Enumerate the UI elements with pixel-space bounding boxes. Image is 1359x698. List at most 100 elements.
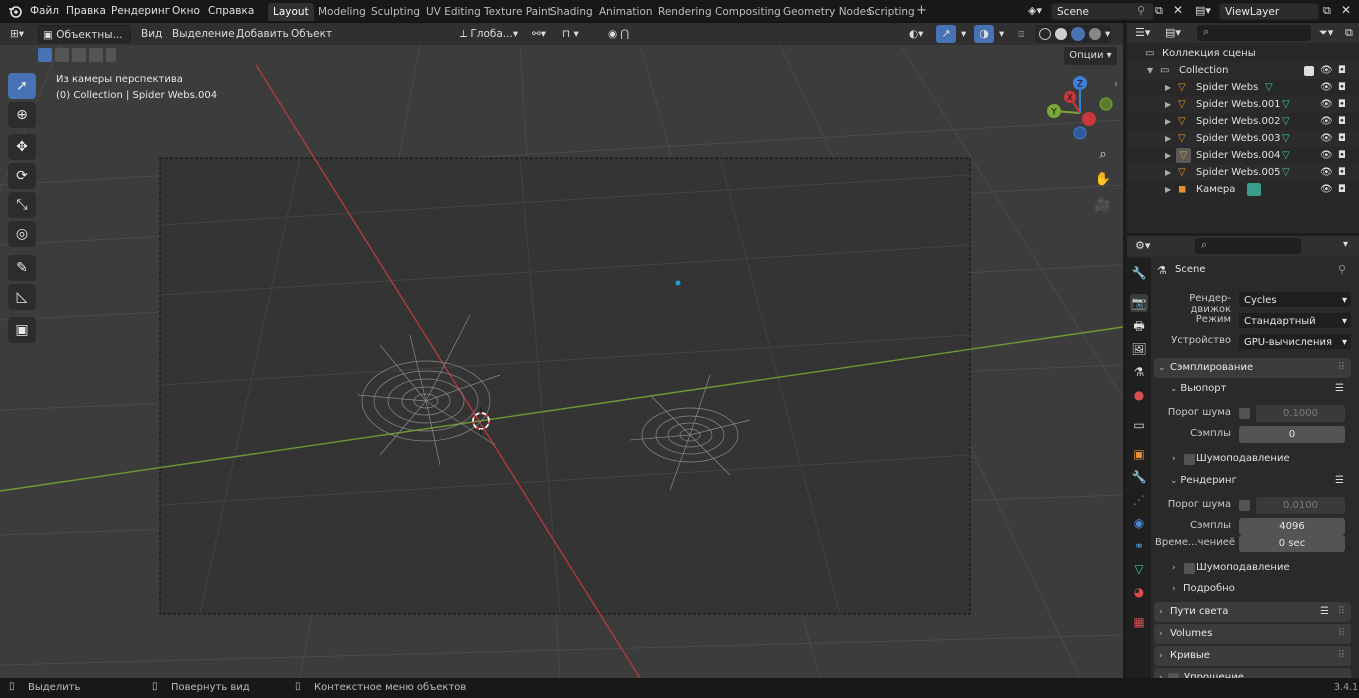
camera-render-icon[interactable]: ◘ xyxy=(1338,79,1346,96)
view-layer-icon[interactable]: ▤▾ xyxy=(1195,4,1211,17)
tab-scripting[interactable]: Scripting xyxy=(863,3,920,21)
eye-icon[interactable]: 👁 xyxy=(1320,96,1333,113)
blender-logo-icon[interactable] xyxy=(8,4,22,18)
rendered-shading-icon[interactable] xyxy=(1089,28,1101,40)
menu-add[interactable]: Добавить xyxy=(232,25,293,43)
outliner-item[interactable]: ▶ ▽ Spider Webs.003 ▽ 👁 ◘ xyxy=(1127,130,1359,147)
pivot-icon[interactable]: ⚯▾ xyxy=(528,25,550,43)
eye-icon[interactable]: 👁 xyxy=(1320,181,1333,198)
select-extend-icon[interactable] xyxy=(55,48,69,62)
display-mode-icon[interactable]: ▤▾ xyxy=(1165,26,1181,39)
expand-arrow-icon[interactable]: ▼ xyxy=(1147,62,1153,79)
snap-icon[interactable]: ⊓ ▾ xyxy=(558,25,583,43)
transform-orientation-dropdown[interactable]: ⟂ Глоба...▾ xyxy=(456,25,524,43)
expand-arrow-icon[interactable]: ▶ xyxy=(1165,113,1171,130)
presets-list-icon[interactable]: ☰ xyxy=(1320,602,1329,622)
shading-dropdown-icon[interactable]: ▾ xyxy=(1101,25,1114,43)
eye-icon[interactable]: 👁 xyxy=(1320,164,1333,181)
eye-icon[interactable]: 👁 xyxy=(1320,62,1333,79)
cursor-tool[interactable]: ⊕ xyxy=(8,102,36,128)
outliner-scene-collection[interactable]: ▭ Коллекция сцены xyxy=(1127,45,1359,62)
eye-icon[interactable]: 👁 xyxy=(1320,113,1333,130)
gizmo-dropdown-icon[interactable]: ▾ xyxy=(957,25,970,43)
chevron-down-icon[interactable]: ▾ xyxy=(1343,239,1348,250)
tab-rendering[interactable]: Rendering xyxy=(653,3,717,21)
viewport-samples-field[interactable]: 0 xyxy=(1239,426,1345,443)
render-tab-icon[interactable]: 📷 xyxy=(1130,294,1148,312)
visibility-icon[interactable]: ◐▾ xyxy=(905,25,927,43)
presets-list-icon[interactable]: ☰ xyxy=(1335,472,1344,490)
menu-edit[interactable]: Правка xyxy=(61,3,111,20)
tab-shading[interactable]: Shading xyxy=(545,3,598,21)
expand-arrow-icon[interactable]: ▶ xyxy=(1165,130,1171,147)
outliner-item[interactable]: ▶ ▽ Spider Webs.001 ▽ 👁 ◘ xyxy=(1127,96,1359,113)
overlay-toggle-icon[interactable]: ◑ xyxy=(974,25,994,43)
properties-search-input[interactable]: ⌕ xyxy=(1195,238,1301,254)
delete-view-layer-icon[interactable]: ✕ xyxy=(1341,3,1351,17)
expand-arrow-icon[interactable]: ▶ xyxy=(1165,181,1171,198)
expand-arrow-icon[interactable]: ▶ xyxy=(1165,164,1171,181)
outliner-item-active[interactable]: ▶ ▽ Spider Webs.004 ▽ 👁 ◘ xyxy=(1127,147,1359,164)
move-tool[interactable]: ✥ xyxy=(8,134,36,160)
material-preview-icon[interactable] xyxy=(1071,27,1085,41)
render-noise-threshold-checkbox[interactable] xyxy=(1239,500,1250,511)
outliner-item[interactable]: ▶ ▽ Spider Webs.005 ▽ 👁 ◘ xyxy=(1127,164,1359,181)
wireframe-shading-icon[interactable] xyxy=(1039,28,1051,40)
viewport-denoise-subpanel[interactable]: › Шумоподавление xyxy=(1172,450,1350,468)
menu-object[interactable]: Объект xyxy=(287,25,336,43)
camera-render-icon[interactable]: ◘ xyxy=(1338,96,1346,113)
expand-arrow-icon[interactable]: ▶ xyxy=(1165,96,1171,113)
xray-icon[interactable]: ⧈ xyxy=(1014,25,1029,43)
drag-handle-icon[interactable]: ⠿ xyxy=(1338,358,1345,378)
pin-icon[interactable]: ⚲ xyxy=(1338,263,1346,276)
outliner-item[interactable]: ▶ ◼ Камера 👁 ◘ xyxy=(1127,181,1359,198)
add-cube-tool[interactable]: ▣ xyxy=(8,317,36,343)
outliner-item[interactable]: ▶ ▽ Spider Webs.002 ▽ 👁 ◘ xyxy=(1127,113,1359,130)
render-denoise-subpanel[interactable]: › Шумоподавление xyxy=(1172,559,1350,577)
viewport-subpanel-header[interactable]: ⌄ Вьюпорт ☰ xyxy=(1170,380,1350,398)
add-workspace-button[interactable]: + xyxy=(916,3,927,18)
zoom-icon[interactable]: ⌕ xyxy=(1092,144,1114,166)
menu-view[interactable]: Вид xyxy=(137,25,166,43)
drag-handle-icon[interactable]: ⠿ xyxy=(1338,624,1345,644)
scale-tool[interactable]: ⤡ xyxy=(8,192,36,218)
select-new-icon[interactable] xyxy=(38,48,52,62)
sidebar-toggle-icon[interactable]: ‹ xyxy=(1114,79,1118,90)
tab-modeling[interactable]: Modeling xyxy=(313,3,371,21)
viewport-noise-threshold-field[interactable]: 0.1000 xyxy=(1256,405,1345,422)
drag-handle-icon[interactable]: ⠿ xyxy=(1338,602,1345,622)
device-dropdown[interactable]: GPU-вычисления ▾ xyxy=(1238,333,1352,350)
collection-checkbox[interactable] xyxy=(1304,66,1314,76)
3d-viewport[interactable]: Из камеры перспектива (0) Collection | S… xyxy=(0,45,1123,678)
pin-icon[interactable]: ⚲ xyxy=(1137,4,1145,17)
menu-file[interactable]: Файл xyxy=(25,3,64,20)
expand-arrow-icon[interactable]: ▶ xyxy=(1165,147,1171,164)
time-limit-field[interactable]: 0 sec xyxy=(1239,535,1345,552)
data-tab-icon[interactable]: ▽ xyxy=(1130,560,1148,578)
proportional-edit-icon[interactable]: ◉ ⋂ xyxy=(604,25,633,43)
camera-render-icon[interactable]: ◘ xyxy=(1338,164,1346,181)
presets-list-icon[interactable]: ☰ xyxy=(1335,380,1344,398)
new-view-layer-icon[interactable]: ⧉ xyxy=(1323,4,1331,18)
collection-tab-icon[interactable]: ▭ xyxy=(1130,416,1148,434)
drag-handle-icon[interactable]: ⠿ xyxy=(1338,646,1345,666)
material-tab-icon[interactable]: ◕ xyxy=(1130,583,1148,601)
volumes-panel-header[interactable]: › Volumes ⠿ xyxy=(1154,624,1351,644)
output-tab-icon[interactable]: 🖶 xyxy=(1130,317,1148,335)
tab-geometry-nodes[interactable]: Geometry Nodes xyxy=(778,3,877,21)
render-subpanel-header[interactable]: ⌄ Рендеринг ☰ xyxy=(1170,472,1350,490)
advanced-subpanel[interactable]: › Подробно xyxy=(1172,580,1350,598)
constraints-tab-icon[interactable]: ⚭ xyxy=(1130,537,1148,555)
gizmo-toggle-icon[interactable]: ↗ xyxy=(936,25,956,43)
transform-tool[interactable]: ◎ xyxy=(8,221,36,247)
particles-tab-icon[interactable]: ⋰ xyxy=(1130,491,1148,509)
modifiers-tab-icon[interactable]: 🔧 xyxy=(1130,468,1148,486)
tab-uv-editing[interactable]: UV Editing xyxy=(421,3,486,21)
menu-help[interactable]: Справка xyxy=(203,3,259,20)
select-intersect-icon[interactable] xyxy=(106,48,116,62)
camera-render-icon[interactable]: ◘ xyxy=(1338,181,1346,198)
sampling-panel-header[interactable]: ⌄ Сэмплирование ⠿ xyxy=(1154,358,1351,378)
scene-tab-icon[interactable]: ⚗ xyxy=(1130,363,1148,381)
menu-select[interactable]: Выделение xyxy=(168,25,239,43)
expand-arrow-icon[interactable]: ▶ xyxy=(1165,79,1171,96)
